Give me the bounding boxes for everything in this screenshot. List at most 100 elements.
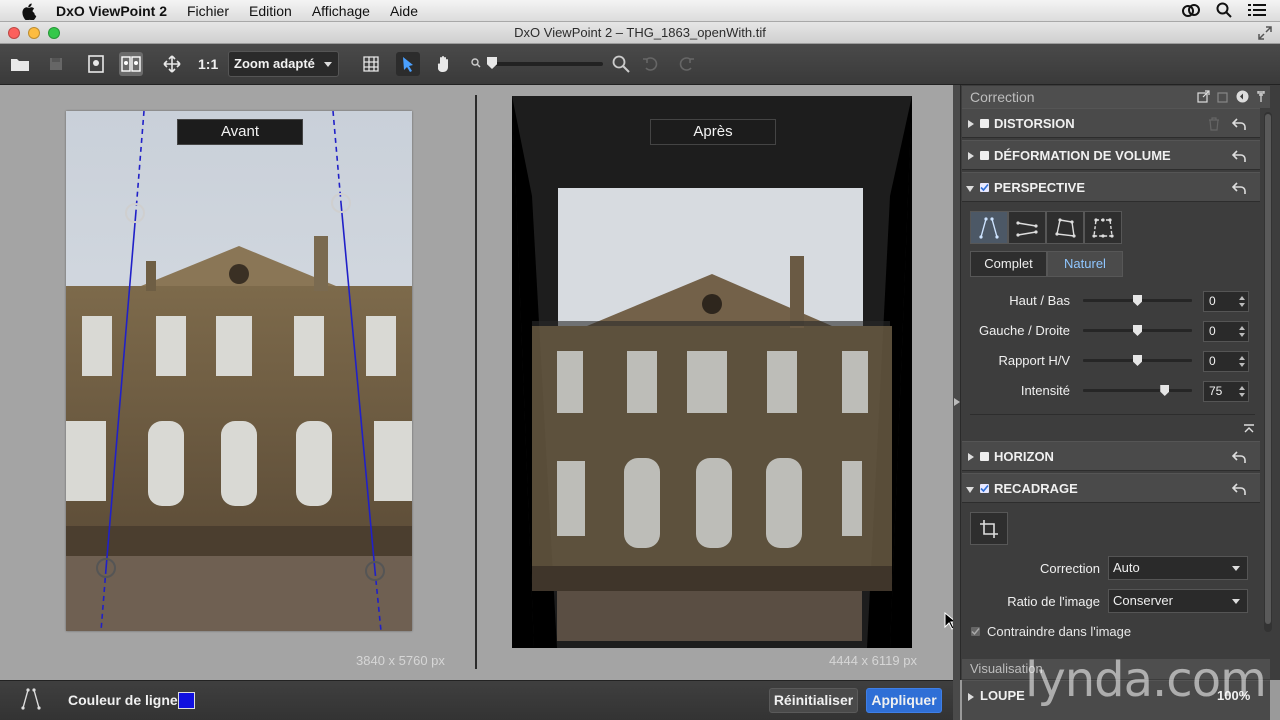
section-recadrage[interactable]: RECADRAGE xyxy=(962,473,1260,503)
horizontal-lines-icon xyxy=(1016,220,1038,237)
perspective-lines-icon[interactable] xyxy=(20,688,42,710)
spotlight-search-icon[interactable] xyxy=(1216,2,1232,18)
fullscreen-icon[interactable] xyxy=(1258,26,1272,40)
expand-arrow-icon[interactable] xyxy=(968,152,974,160)
move-tool-button[interactable] xyxy=(160,52,184,76)
section-distorsion[interactable]: DISTORSION xyxy=(962,108,1260,138)
crop-tool-button[interactable] xyxy=(970,512,1008,545)
minimize-window-button[interactable] xyxy=(28,27,40,39)
field-haut-bas-value: 0 xyxy=(1209,294,1216,308)
section-perspective-label: PERSPECTIVE xyxy=(994,180,1086,195)
field-gauche-droite-value: 0 xyxy=(1209,324,1216,338)
perspective-rectangle-tool[interactable] xyxy=(1046,211,1084,244)
menu-edition[interactable]: Edition xyxy=(249,3,292,19)
import-icon[interactable] xyxy=(1217,90,1230,103)
reset-section-icon[interactable] xyxy=(1232,117,1246,131)
section-perspective[interactable]: PERSPECTIVE xyxy=(962,172,1260,202)
deformation-checkbox[interactable] xyxy=(980,151,989,160)
reset-button[interactable]: Réinitialiser xyxy=(769,688,858,713)
ratio-label: Ratio de l'image xyxy=(1007,594,1100,609)
open-folder-button[interactable] xyxy=(8,52,32,76)
reset-section-icon[interactable] xyxy=(1232,149,1246,163)
expand-arrow-icon[interactable] xyxy=(968,120,974,128)
after-dimensions: 4444 x 6119 px xyxy=(829,653,917,668)
section-deformation-volume[interactable]: DÉFORMATION DE VOLUME xyxy=(962,140,1260,170)
field-haut-bas[interactable]: 0 xyxy=(1203,291,1249,312)
before-image[interactable] xyxy=(66,111,412,631)
collapse-arrow-icon[interactable] xyxy=(966,186,974,192)
perspective-eight-point-tool[interactable] xyxy=(1084,211,1122,244)
close-window-button[interactable] xyxy=(8,27,20,39)
apply-button[interactable]: Appliquer xyxy=(866,688,942,713)
section-horizon[interactable]: HORIZON xyxy=(962,441,1260,471)
reset-all-icon[interactable] xyxy=(1236,90,1249,103)
split-view-button[interactable] xyxy=(119,52,143,76)
panel-scrollbar-thumb[interactable] xyxy=(1265,114,1271,624)
stepper-icon[interactable] xyxy=(1239,385,1245,398)
split-divider[interactable] xyxy=(475,95,477,669)
line-color-swatch[interactable] xyxy=(178,692,195,709)
redo-icon[interactable] xyxy=(679,56,695,72)
line-color-label: Couleur de ligne xyxy=(68,692,178,708)
field-rapport[interactable]: 0 xyxy=(1203,351,1249,372)
creative-cloud-icon[interactable] xyxy=(1182,2,1200,18)
menu-fichier[interactable]: Fichier xyxy=(187,3,229,19)
zoom-out-icon[interactable] xyxy=(471,58,481,68)
eight-point-icon xyxy=(1092,217,1114,238)
menu-affichage[interactable]: Affichage xyxy=(312,3,370,19)
collapse-arrow-icon[interactable] xyxy=(966,487,974,493)
perspective-checkbox[interactable] xyxy=(980,183,989,192)
collapse-up-icon[interactable] xyxy=(1243,424,1255,434)
field-gauche-droite[interactable]: 0 xyxy=(1203,321,1249,342)
export-icon[interactable] xyxy=(1197,90,1210,103)
folder-icon xyxy=(11,59,29,71)
cursor-arrow-icon xyxy=(403,57,413,72)
mode-naturel-button[interactable]: Naturel xyxy=(1047,251,1123,277)
distorsion-checkbox[interactable] xyxy=(980,119,989,128)
param-label-rapport: Rapport H/V xyxy=(998,353,1070,368)
apple-icon[interactable] xyxy=(20,2,38,20)
vertical-lines-icon xyxy=(979,216,999,239)
zoom-slider-track[interactable] xyxy=(488,62,603,66)
chevron-down-icon xyxy=(1232,599,1240,604)
expand-arrow-icon[interactable] xyxy=(968,693,974,701)
reset-section-icon[interactable] xyxy=(1232,181,1246,195)
grid-toggle-button[interactable] xyxy=(359,52,383,76)
stepper-icon[interactable] xyxy=(1239,355,1245,368)
stepper-icon[interactable] xyxy=(1239,325,1245,338)
before-dimensions: 3840 x 5760 px xyxy=(356,653,445,668)
correction-dropdown[interactable]: Auto xyxy=(1108,556,1248,580)
zoom-window-button[interactable] xyxy=(48,27,60,39)
ratio-dropdown[interactable]: Conserver xyxy=(1108,589,1248,613)
field-intensite[interactable]: 75 xyxy=(1203,381,1249,402)
one-to-one-button[interactable]: 1:1 xyxy=(198,52,218,76)
perspective-vertical-lines-tool[interactable] xyxy=(970,211,1008,244)
zoom-select[interactable]: Zoom adapté xyxy=(228,51,339,77)
save-button[interactable] xyxy=(44,52,68,76)
recadrage-checkbox[interactable] xyxy=(980,484,989,493)
menu-aide[interactable]: Aide xyxy=(390,3,418,19)
expand-arrow-icon[interactable] xyxy=(968,453,974,461)
notification-list-icon[interactable] xyxy=(1248,3,1266,17)
divider xyxy=(970,414,1255,415)
pin-icon[interactable] xyxy=(1257,91,1265,102)
slider-intensite[interactable] xyxy=(1083,389,1192,392)
zoom-in-icon[interactable] xyxy=(612,55,630,73)
trash-icon[interactable] xyxy=(1208,117,1220,131)
undo-icon[interactable] xyxy=(642,56,658,72)
horizon-checkbox[interactable] xyxy=(980,452,989,461)
hand-tool-button[interactable] xyxy=(432,52,456,76)
mode-complet-button[interactable]: Complet xyxy=(970,251,1047,277)
reset-section-icon[interactable] xyxy=(1232,450,1246,464)
hand-icon xyxy=(437,56,448,72)
after-image[interactable] xyxy=(512,96,912,648)
single-view-button[interactable] xyxy=(84,52,108,76)
reset-section-icon[interactable] xyxy=(1232,482,1246,496)
perspective-horizontal-lines-tool[interactable] xyxy=(1008,211,1046,244)
select-tool-button[interactable] xyxy=(396,52,420,76)
constrain-checkbox[interactable] xyxy=(971,627,980,636)
constrain-label: Contraindre dans l'image xyxy=(987,624,1132,639)
stepper-icon[interactable] xyxy=(1239,295,1245,308)
param-label-intensite: Intensité xyxy=(1020,383,1070,398)
menu-app-name[interactable]: DxO ViewPoint 2 xyxy=(56,3,167,19)
